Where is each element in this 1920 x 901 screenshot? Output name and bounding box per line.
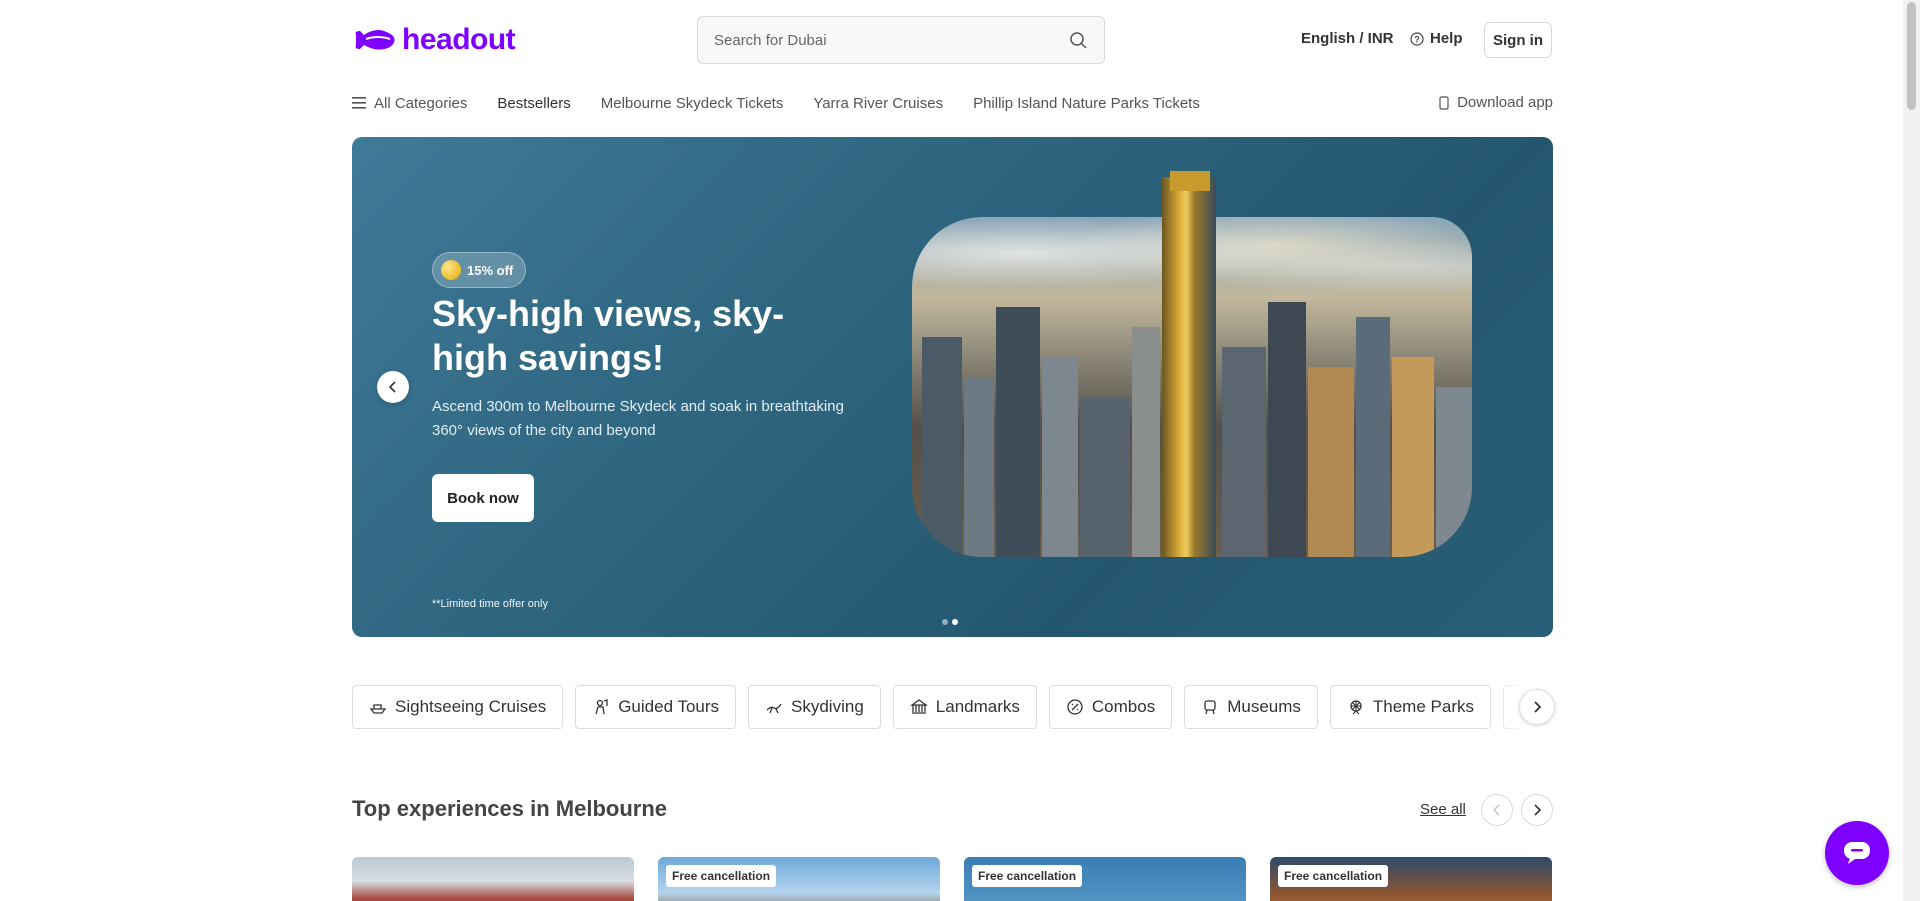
chip-sightseeing-cruises[interactable]: Sightseeing Cruises: [352, 685, 564, 729]
book-now-button[interactable]: Book now: [432, 474, 534, 522]
help-icon: ?: [1410, 31, 1424, 46]
hero-prev-button[interactable]: [377, 371, 409, 403]
svg-text:?: ?: [1414, 34, 1420, 44]
hero-subtitle: Ascend 300m to Melbourne Skydeck and soa…: [432, 398, 844, 439]
chip-label: Skydiving: [791, 697, 864, 716]
landmark-icon: [909, 699, 928, 714]
chevron-left-icon: [388, 381, 396, 393]
chip-label: Landmarks: [935, 697, 1020, 716]
site-header: headout English / INR ? Help Sign in: [0, 0, 1920, 80]
chip-label: Museums: [1227, 697, 1301, 716]
phone-icon: [1439, 95, 1449, 110]
category-nav: All Categories Bestsellers Melbourne Sky…: [352, 90, 1553, 116]
headout-logo[interactable]: headout: [352, 22, 516, 58]
free-cancellation-badge: Free cancellation: [972, 865, 1083, 887]
carousel-dot[interactable]: [942, 619, 948, 625]
all-categories-menu[interactable]: All Categories: [352, 95, 467, 112]
nav-item-melbourne-skydeck[interactable]: Melbourne Skydeck Tickets: [601, 95, 784, 112]
chips-next-button[interactable]: [1519, 689, 1555, 725]
free-cancellation-badge: Free cancellation: [1278, 865, 1389, 887]
nav-item-phillip-island[interactable]: Phillip Island Nature Parks Tickets: [973, 95, 1200, 112]
chip-guided-tours[interactable]: Guided Tours: [575, 685, 737, 729]
offer-terms: **Limited time offer only: [432, 598, 548, 610]
chip-combos[interactable]: Combos: [1048, 685, 1173, 729]
chip-landmarks[interactable]: Landmarks: [892, 685, 1037, 729]
chat-icon: [1844, 842, 1870, 864]
hero-title: Sky-high views, sky-high savings!: [432, 293, 785, 378]
chip-museums[interactable]: Museums: [1184, 685, 1318, 729]
all-categories-label: All Categories: [374, 94, 468, 112]
chip-theme-parks[interactable]: Theme Parks: [1329, 685, 1491, 729]
search-bar[interactable]: [697, 16, 1105, 64]
search-input[interactable]: [714, 31, 1068, 49]
help-label: Help: [1430, 30, 1463, 47]
experience-card[interactable]: Free cancellation: [658, 857, 940, 901]
chevron-right-icon: [1534, 804, 1542, 816]
chip-label: Guided Tours: [618, 697, 720, 716]
page-scrollbar[interactable]: [1903, 0, 1920, 901]
hamburger-icon: [352, 97, 366, 109]
experience-card[interactable]: Free cancellation: [964, 857, 1246, 901]
help-link[interactable]: ? Help: [1410, 30, 1463, 47]
combo-icon: [1067, 699, 1083, 715]
sign-in-button[interactable]: Sign in: [1484, 22, 1552, 58]
experiences-next-button[interactable]: [1521, 794, 1553, 826]
category-chips: Sightseeing Cruises Guided Tours Skydivi…: [352, 685, 1553, 729]
chevron-right-icon: [1534, 701, 1542, 713]
language-currency-selector[interactable]: English / INR: [1301, 30, 1394, 47]
nav-item-yarra-river-cruises[interactable]: Yarra River Cruises: [813, 95, 943, 112]
coin-icon: [441, 260, 461, 280]
hero-banner: 15% off Sky-high views, sky-high savings…: [352, 137, 1553, 637]
chip-label: Combos: [1091, 697, 1156, 716]
blimp-logo-icon: [355, 30, 395, 50]
chip-label: Theme Parks: [1372, 697, 1474, 716]
carousel-dots: [942, 619, 958, 625]
download-app-label: Download app: [1457, 94, 1553, 111]
eureka-tower: [1162, 177, 1216, 557]
experiences-prev-button[interactable]: [1481, 794, 1513, 826]
chat-support-button[interactable]: [1825, 821, 1889, 885]
experience-card[interactable]: Free cancellation: [1270, 857, 1552, 901]
guide-icon: [595, 699, 608, 715]
discount-badge: 15% off: [432, 252, 527, 288]
experience-card[interactable]: [352, 857, 634, 901]
logo-text: headout: [402, 23, 516, 56]
carousel-dot-active[interactable]: [952, 619, 958, 625]
download-app-link[interactable]: Download app: [1439, 94, 1553, 111]
nav-item-bestsellers[interactable]: Bestsellers: [497, 95, 570, 112]
skydiving-icon: [766, 703, 782, 714]
experience-cards: Free cancellation Free cancellation Free…: [352, 857, 1553, 901]
scrollbar-thumb[interactable]: [1907, 2, 1916, 110]
hero-image-melbourne-skyline: [912, 171, 1472, 597]
museum-icon: [1204, 700, 1216, 715]
chip-label: Sightseeing Cruises: [395, 697, 547, 716]
free-cancellation-badge: Free cancellation: [666, 865, 777, 887]
discount-label: 15% off: [467, 262, 514, 278]
chevron-left-icon: [1492, 804, 1500, 816]
chip-skydiving[interactable]: Skydiving: [748, 685, 881, 729]
theme-park-icon: [1350, 700, 1362, 715]
search-icon[interactable]: [1068, 30, 1088, 50]
see-all-link[interactable]: See all: [1420, 801, 1466, 818]
section-title: Top experiences in Melbourne: [352, 796, 667, 821]
boat-icon: [369, 704, 387, 714]
